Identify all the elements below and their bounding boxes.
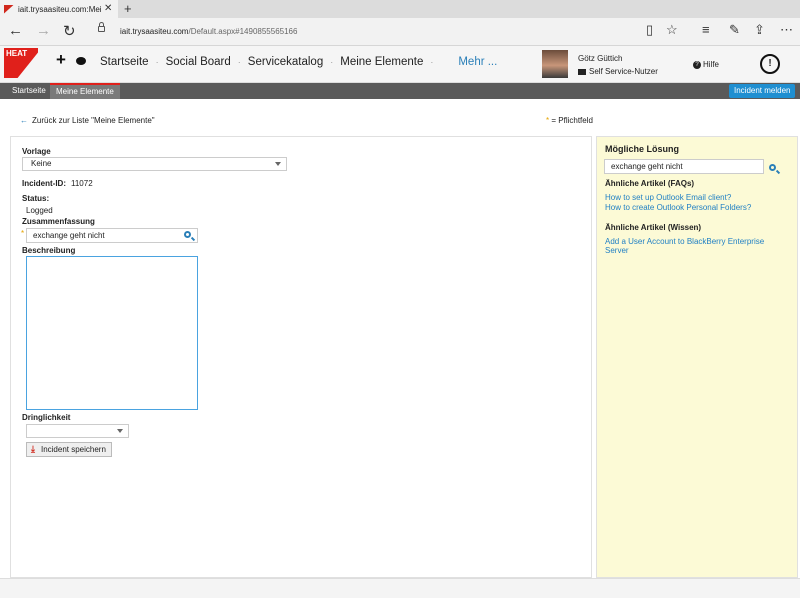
hub-icon[interactable]: ≡ <box>702 22 710 37</box>
refresh-icon[interactable]: ↻ <box>63 22 76 40</box>
nav-servicekatalog[interactable]: Servicekatalog <box>248 56 323 68</box>
dringlichkeit-label: Dringlichkeit <box>22 413 71 422</box>
nav-separator: · <box>430 57 434 67</box>
tab-close-icon[interactable]: ✕ <box>104 3 112 14</box>
logo-text: HEAT <box>6 49 28 58</box>
user-role: Self Service-Nutzer <box>578 67 658 76</box>
url-field[interactable]: iait.trysaasiteu.com/Default.aspx#149085… <box>120 27 297 36</box>
vorlage-label: Vorlage <box>22 147 51 156</box>
app-header: HEAT + Startseite · Social Board · Servi… <box>0 46 800 83</box>
beschreibung-label: Beschreibung <box>22 246 76 255</box>
tab-meine-elemente[interactable]: Meine Elemente <box>50 83 120 99</box>
faq-link[interactable]: How to create Outlook Personal Folders? <box>605 203 785 212</box>
chat-icon[interactable] <box>76 57 86 65</box>
user-name: Götz Güttich <box>578 54 623 63</box>
browser-tab-title: iait.trysaasiteu.com:Mei <box>18 4 102 14</box>
faq-heading: Ähnliche Artikel (FAQs) <box>605 179 695 188</box>
lock-icon <box>98 22 105 32</box>
web-note-icon[interactable]: ✎ <box>729 22 740 38</box>
url-path: /Default.aspx#1490855565166 <box>188 27 298 36</box>
forward-arrow-icon[interactable]: → <box>36 22 51 39</box>
back-arrow-icon: ← <box>20 116 28 125</box>
incident-melden-button[interactable]: Incident melden <box>729 84 796 98</box>
nav-separator: · <box>330 57 334 67</box>
knowledge-link[interactable]: Add a User Account to BlackBerry Enterpr… <box>605 237 785 255</box>
download-icon: ⤓ <box>31 444 35 454</box>
required-field-note: * = Pflichtfeld <box>546 116 593 125</box>
browser-tab[interactable]: iait.trysaasiteu.com:Mei ✕ <box>0 0 118 18</box>
site-favicon-icon <box>4 4 14 14</box>
reading-view-icon[interactable]: ▯ <box>646 22 653 38</box>
nav-startseite[interactable]: Startseite <box>100 56 149 68</box>
new-tab-button[interactable]: + <box>124 1 132 16</box>
faq-link[interactable]: How to set up Outlook Email client? <box>605 193 785 202</box>
help-label: Hilfe <box>703 60 720 69</box>
nav-social-board[interactable]: Social Board <box>166 56 231 68</box>
back-to-list-link[interactable]: ← Zurück zur Liste "Meine Elemente" <box>20 116 155 125</box>
required-star-icon: * <box>546 116 550 125</box>
nav-more[interactable]: Mehr ... <box>458 56 497 68</box>
chevron-down-icon <box>117 429 123 433</box>
mail-icon <box>578 68 586 75</box>
dringlichkeit-select[interactable] <box>26 424 129 438</box>
zusammenfassung-label: Zusammenfassung <box>22 217 95 226</box>
solution-search-value: exchange geht nicht <box>611 162 683 171</box>
url-domain: iait.trysaasiteu.com <box>120 27 189 36</box>
nav-meine-elemente[interactable]: Meine Elemente <box>340 56 423 68</box>
share-icon[interactable]: ⇪ <box>754 22 765 38</box>
favorite-star-icon[interactable]: ☆ <box>666 22 678 38</box>
avatar[interactable] <box>542 50 568 78</box>
knowledge-heading: Ähnliche Artikel (Wissen) <box>605 223 702 232</box>
page-bottom-bar <box>0 578 800 598</box>
heat-logo[interactable]: HEAT <box>4 48 38 78</box>
incident-id-value: 11072 <box>71 179 93 188</box>
incident-id-label: Incident-ID: <box>22 179 66 188</box>
search-icon[interactable] <box>184 231 191 238</box>
chevron-down-icon <box>275 162 281 166</box>
save-button-label: Incident speichern <box>40 445 106 454</box>
search-icon[interactable] <box>769 164 776 171</box>
incident-save-button[interactable]: ⤓ Incident speichern <box>26 442 112 457</box>
user-role-label: Self Service-Nutzer <box>589 67 658 76</box>
possible-solution-panel: Mögliche Lösung exchange geht nicht Ähnl… <box>596 136 798 578</box>
vorlage-select[interactable]: Keine <box>22 157 287 171</box>
beschreibung-textarea[interactable] <box>26 256 198 410</box>
back-arrow-icon[interactable]: ← <box>8 22 23 39</box>
zusammenfassung-value: exchange geht nicht <box>33 231 105 240</box>
solution-title: Mögliche Lösung <box>605 144 679 154</box>
workspace-tab-strip: Startseite Meine Elemente Incident melde… <box>0 83 800 99</box>
tab-startseite[interactable]: Startseite <box>6 83 52 99</box>
more-options-icon[interactable]: ⋯ <box>780 22 793 38</box>
back-link-label: Zurück zur Liste "Meine Elemente" <box>32 116 155 125</box>
zusammenfassung-input[interactable]: exchange geht nicht <box>26 228 198 243</box>
help-icon: ? <box>693 60 701 69</box>
solution-search-input[interactable]: exchange geht nicht <box>604 159 764 174</box>
main-navigation: Startseite · Social Board · Servicekatal… <box>100 56 497 68</box>
browser-tab-bar: iait.trysaasiteu.com:Mei ✕ + <box>0 0 800 18</box>
status-label: Status: <box>22 194 50 203</box>
status-value: Logged <box>26 206 53 215</box>
nav-separator: · <box>155 57 159 67</box>
required-note-label: = Pflichtfeld <box>551 116 593 125</box>
required-star-icon: * <box>21 229 25 238</box>
add-icon[interactable]: + <box>56 50 66 70</box>
power-icon[interactable]: ! <box>760 54 780 74</box>
vorlage-value: Keine <box>31 159 52 168</box>
nav-separator: · <box>237 57 241 67</box>
help-link[interactable]: ? Hilfe <box>693 60 719 69</box>
